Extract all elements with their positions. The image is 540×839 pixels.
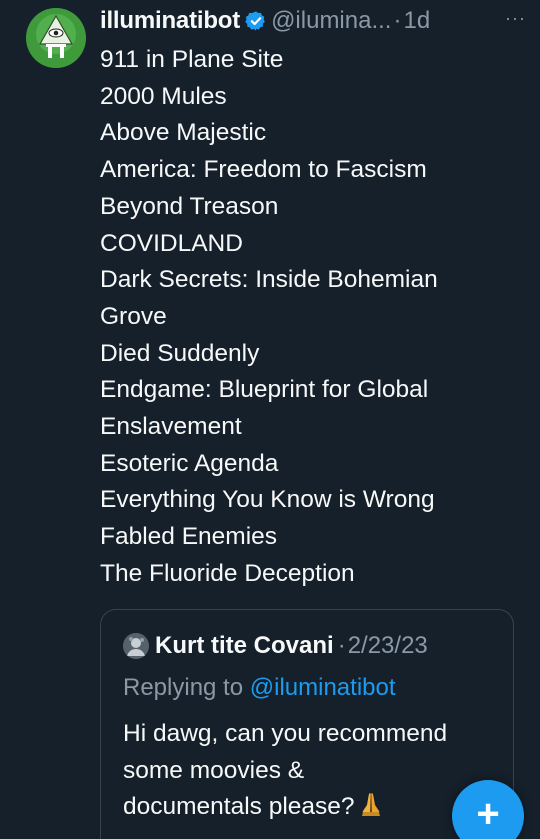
tweet-body-line: Dark Secrets: Inside Bohemian <box>100 266 438 294</box>
quoted-header-separator: · <box>337 632 346 659</box>
quoted-tweet-line-last: documentals please? <box>123 789 503 826</box>
author-avatar[interactable] <box>26 8 86 68</box>
tweet-timestamp[interactable]: 1d <box>403 7 430 35</box>
folded-hands-emoji-icon <box>361 793 380 816</box>
quoted-tweet-date[interactable]: 2/23/23 <box>348 632 428 660</box>
illuminati-eye-pyramid-icon <box>26 8 86 68</box>
tweet-body: 911 in Plane Site 2000 Mules Above Majes… <box>100 42 520 593</box>
tweet-body-line: Above Majestic <box>100 119 267 147</box>
tweet-body-line: Died Suddenly <box>100 339 260 367</box>
tweet-body-line: Enslavement <box>100 413 242 441</box>
more-options-icon[interactable]: ··· <box>505 8 526 29</box>
plus-icon: + <box>476 792 500 836</box>
replying-mention-link[interactable]: @iluminatibot <box>250 674 396 701</box>
verified-badge-icon <box>245 11 265 31</box>
tweet-body-line: The Fluoride Deception <box>100 559 355 587</box>
tweet-body-line: 2000 Mules <box>100 82 227 110</box>
replying-to-line: Replying to @iluminatibot <box>123 674 396 702</box>
quoted-author-avatar[interactable] <box>123 633 149 659</box>
author-display-name[interactable]: illuminatibot <box>100 7 240 35</box>
tweet-body-line: Endgame: Blueprint for Global <box>100 376 429 404</box>
tweet-body-line: COVIDLAND <box>100 229 243 257</box>
quoted-tweet-header: Kurt tite Covani · 2/23/23 <box>123 632 428 660</box>
quoted-tweet-body: Hi dawg, can you recommend some moovies … <box>123 716 503 826</box>
quoted-author-name[interactable]: Kurt tite Covani <box>155 632 334 660</box>
tweet-body-line: Everything You Know is Wrong <box>100 486 435 514</box>
quoted-tweet-card[interactable]: Kurt tite Covani · 2/23/23 Replying to @… <box>100 609 514 839</box>
tweet-body-line: Grove <box>100 302 167 330</box>
quoted-tweet-line: Hi dawg, can you recommend <box>123 720 448 747</box>
quoted-tweet-line: some moovies & <box>123 756 305 784</box>
author-handle[interactable]: @ilumina... <box>271 7 391 35</box>
tweet-body-line: 911 in Plane Site <box>100 46 284 73</box>
quoted-tweet-line-text: documentals please? <box>123 793 355 820</box>
header-separator: · <box>393 7 402 34</box>
replying-prefix: Replying to <box>123 674 244 701</box>
tweet-header: illuminatibot @ilumina... · 1d ··· <box>100 6 526 36</box>
tweet-body-line: Beyond Treason <box>100 192 279 220</box>
tweet[interactable]: illuminatibot @ilumina... · 1d ··· 911 i… <box>0 0 540 839</box>
tweet-body-line: America: Freedom to Fascism <box>100 156 427 184</box>
tweet-body-line: Fabled Enemies <box>100 523 278 551</box>
tweet-body-line: Esoteric Agenda <box>100 449 279 477</box>
user-avatar-icon <box>123 633 149 659</box>
